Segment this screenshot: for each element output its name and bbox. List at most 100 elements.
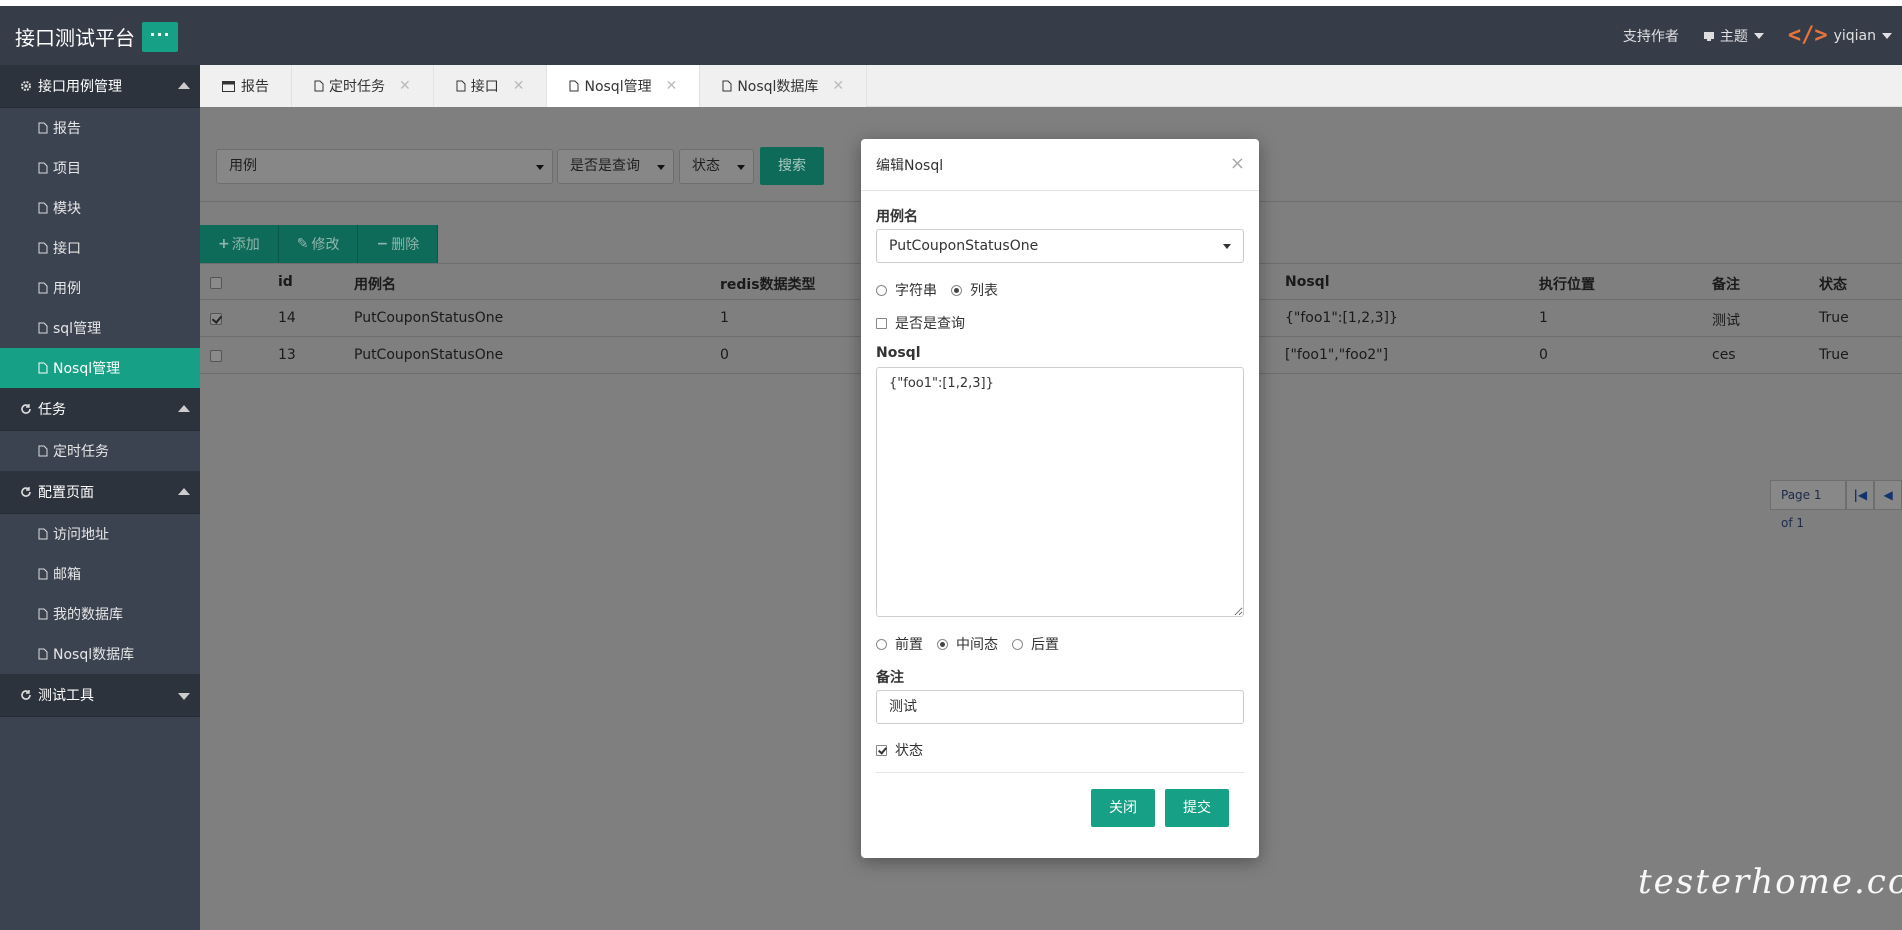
- app-title: 接口测试平台: [15, 26, 135, 50]
- tab-nosql-db[interactable]: Nosql数据库 ✕: [700, 65, 868, 107]
- file-icon: [722, 80, 732, 92]
- refresh-icon: [21, 487, 31, 497]
- chevron-down-icon: [536, 165, 544, 170]
- row-checkbox[interactable]: [210, 350, 222, 362]
- action-toolbar: + 添加 ✎ 修改 − 删除: [200, 225, 439, 263]
- sidebar-item-module[interactable]: 模块: [0, 188, 200, 228]
- sidebar-group-config[interactable]: 配置页面: [0, 471, 200, 514]
- tab-nosql-mgmt[interactable]: Nosql管理 ✕: [547, 65, 701, 107]
- pos-after-radio[interactable]: 后置: [1012, 634, 1059, 654]
- page-info: Page 1 of 1: [1770, 480, 1847, 530]
- theme-menu[interactable]: 主题: [1703, 26, 1764, 46]
- sidebar-item-address[interactable]: 访问地址: [0, 514, 200, 554]
- file-icon: [38, 362, 48, 374]
- close-button[interactable]: 关闭: [1091, 789, 1155, 827]
- chevron-down-icon: [1882, 32, 1892, 39]
- remark-label: 备注: [876, 670, 904, 686]
- tab-bar: 报告 定时任务 ✕ 接口 ✕ Nosql管理 ✕ Nosql数据库 ✕: [200, 65, 1902, 107]
- chevron-down-icon: [1753, 32, 1764, 39]
- case-name-label: 用例名: [876, 209, 918, 225]
- support-author-link[interactable]: 支持作者: [1623, 26, 1679, 46]
- file-icon: [314, 80, 324, 92]
- col-name[interactable]: 用例名: [354, 274, 396, 294]
- tab-interface[interactable]: 接口 ✕: [433, 65, 548, 107]
- nosql-textarea[interactable]: {"foo1":[1,2,3]}: [876, 367, 1244, 617]
- tab-scheduled-task[interactable]: 定时任务 ✕: [292, 65, 434, 107]
- status-select[interactable]: 状态: [679, 149, 754, 184]
- sidebar-item-report[interactable]: 报告: [0, 108, 200, 148]
- top-header: 接口测试平台 ··· 支持作者 主题 </> yiqian: [0, 6, 1902, 65]
- expand-icon: [178, 693, 190, 700]
- sidebar-item-my-db[interactable]: 我的数据库: [0, 594, 200, 634]
- first-page-icon[interactable]: |◀: [1846, 480, 1875, 510]
- file-icon: [38, 242, 48, 254]
- sidebar-item-interface[interactable]: 接口: [0, 228, 200, 268]
- col-id[interactable]: id: [278, 274, 293, 290]
- chevron-down-icon: [657, 165, 665, 170]
- position-radios: 前置 中间态 后置: [876, 634, 1073, 654]
- col-position[interactable]: 执行位置: [1539, 274, 1595, 294]
- case-select[interactable]: 用例: [216, 149, 553, 184]
- case-name-select[interactable]: PutCouponStatusOne: [876, 229, 1244, 263]
- row-checkbox[interactable]: [210, 313, 222, 325]
- sidebar-group-case-mgmt[interactable]: 接口用例管理: [0, 65, 200, 108]
- gear-icon: [21, 81, 31, 91]
- refresh-icon: [21, 690, 31, 700]
- status-checkbox[interactable]: 状态: [876, 740, 923, 760]
- file-icon: [38, 162, 48, 174]
- pos-middle-radio[interactable]: 中间态: [937, 634, 998, 654]
- submit-button[interactable]: 提交: [1165, 789, 1229, 827]
- file-icon: [456, 80, 466, 92]
- close-tab-icon[interactable]: ✕: [666, 78, 678, 94]
- col-remark[interactable]: 备注: [1712, 274, 1740, 294]
- plus-icon: +: [218, 236, 230, 252]
- sidebar-item-scheduled-task[interactable]: 定时任务: [0, 431, 200, 471]
- collapse-icon: [178, 82, 190, 89]
- search-button[interactable]: 搜索: [760, 147, 824, 185]
- sidebar-group-task[interactable]: 任务: [0, 388, 200, 431]
- window-icon: [222, 80, 235, 92]
- add-button[interactable]: + 添加: [200, 225, 279, 263]
- file-icon: [38, 122, 48, 134]
- is-query-checkbox[interactable]: 是否是查询: [876, 313, 965, 333]
- sidebar-item-sql[interactable]: sql管理: [0, 308, 200, 348]
- pos-before-radio[interactable]: 前置: [876, 634, 923, 654]
- sidebar-group-tools[interactable]: 测试工具: [0, 674, 200, 717]
- select-all-checkbox[interactable]: [210, 277, 222, 289]
- file-icon: [38, 528, 48, 540]
- file-icon: [38, 282, 48, 294]
- col-redis-type[interactable]: redis数据类型: [720, 274, 816, 294]
- pagination: Page 1 of 1 |◀ ◀: [1770, 480, 1902, 530]
- file-icon: [569, 80, 579, 92]
- file-icon: [38, 322, 48, 334]
- remark-input[interactable]: 测试: [876, 690, 1244, 724]
- prev-page-icon[interactable]: ◀: [1874, 480, 1902, 510]
- chevron-down-icon: [1223, 244, 1231, 249]
- sidebar-item-case[interactable]: 用例: [0, 268, 200, 308]
- sidebar-item-nosql[interactable]: Nosql管理: [0, 348, 200, 388]
- nosql-label: Nosql: [876, 345, 921, 361]
- close-icon[interactable]: ×: [1230, 153, 1245, 174]
- sidebar-item-email[interactable]: 邮箱: [0, 554, 200, 594]
- col-nosql[interactable]: Nosql: [1285, 274, 1330, 290]
- tab-report[interactable]: 报告: [200, 65, 292, 107]
- delete-button[interactable]: − 删除: [358, 225, 439, 263]
- close-tab-icon[interactable]: ✕: [399, 78, 411, 94]
- sidebar-item-nosql-db[interactable]: Nosql数据库: [0, 634, 200, 674]
- type-list-radio[interactable]: 列表: [951, 280, 998, 300]
- collapse-icon: [178, 488, 190, 495]
- type-string-radio[interactable]: 字符串: [876, 280, 937, 300]
- col-status[interactable]: 状态: [1819, 274, 1847, 294]
- sidebar-item-project[interactable]: 项目: [0, 148, 200, 188]
- menu-toggle-button[interactable]: ···: [142, 22, 178, 52]
- edit-button[interactable]: ✎ 修改: [278, 225, 359, 263]
- minus-icon: −: [376, 236, 389, 252]
- user-menu[interactable]: </> yiqian: [1788, 23, 1892, 48]
- is-query-select[interactable]: 是否是查询: [557, 149, 674, 184]
- refresh-icon: [21, 404, 31, 414]
- file-icon: [38, 202, 48, 214]
- sidebar: 接口用例管理 报告 项目 模块 接口 用例 sql管理 Nosql管理 任务 定…: [0, 65, 200, 930]
- close-tab-icon[interactable]: ✕: [832, 78, 844, 94]
- edit-icon: ✎: [296, 236, 309, 252]
- close-tab-icon[interactable]: ✕: [513, 78, 525, 94]
